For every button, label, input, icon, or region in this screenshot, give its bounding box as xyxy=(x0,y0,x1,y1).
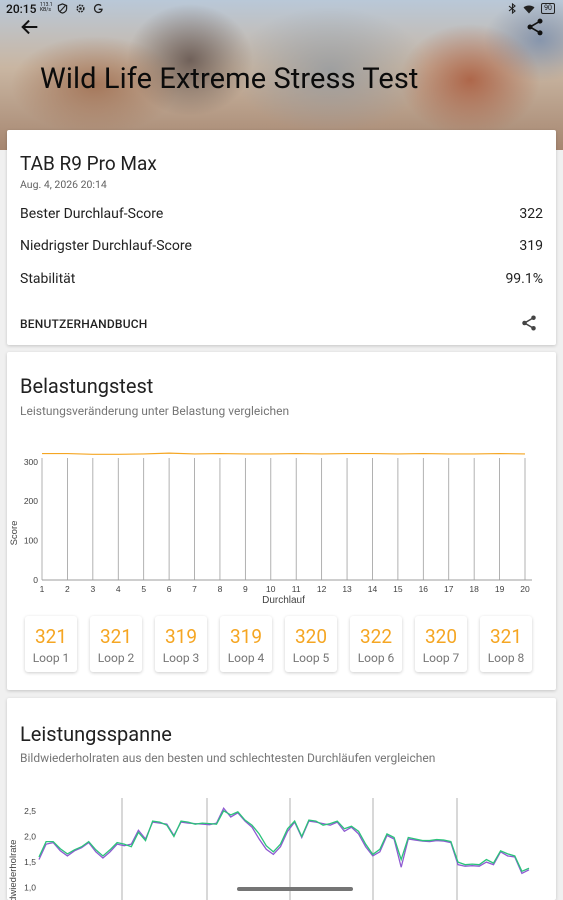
test-date: Aug. 4, 2026 20:14 xyxy=(20,178,107,191)
loop-label: Loop 1 xyxy=(32,651,70,665)
stress-chart: 1 2 3 4 5 6 7 8 9 10 11 12 13 14 15 16 17 18 19 20010020030… xyxy=(9,452,532,606)
summary-row: Stabilität 99.1% xyxy=(20,271,543,287)
x-tick-label: 19 xyxy=(495,584,505,594)
summary-row: Bester Durchlauf-Score 322 xyxy=(20,206,543,222)
x-tick-label: 20 xyxy=(520,584,530,594)
y-tick-label: 1,0 xyxy=(24,883,36,893)
network-speed: 113.1 KB/s xyxy=(40,2,53,13)
x-tick-label: 1 xyxy=(40,584,45,594)
share-result-icon[interactable] xyxy=(520,314,538,332)
status-time: 20:15 xyxy=(6,2,37,16)
x-tick-label: 16 xyxy=(419,584,429,594)
loop-score-box: 319 Loop 4 xyxy=(220,616,272,672)
y-axis-label: Bildwiederholrate xyxy=(8,840,19,900)
header-banner: 20:15 113.1 KB/s 90 Wild Life Extreme St… xyxy=(0,0,563,150)
bluetooth-icon xyxy=(508,3,516,14)
x-tick-label: 18 xyxy=(469,584,479,594)
user-manual-link[interactable]: BENUTZERHANDBUCH xyxy=(20,317,148,331)
x-tick-label: 17 xyxy=(444,584,454,594)
loop-score-value: 322 xyxy=(359,625,393,648)
x-tick-label: 6 xyxy=(167,584,172,594)
x-tick-label: 14 xyxy=(368,584,378,594)
y-tick-label: 2,0 xyxy=(24,831,36,841)
loop-label: Loop 4 xyxy=(227,651,265,665)
loop-label: Loop 7 xyxy=(422,651,460,665)
x-tick-label: 2 xyxy=(65,584,70,594)
loop-score-value: 321 xyxy=(34,625,68,648)
frame-rate-chart: 1,0 1,5 2,0 2,5 Bildwiederholrate xyxy=(8,798,530,900)
loop-label: Loop 6 xyxy=(357,651,395,665)
row-label: Stabilität xyxy=(20,271,76,287)
loop-label: Loop 8 xyxy=(487,651,525,665)
score-series-line xyxy=(42,452,526,455)
loop-score-box: 322 Loop 6 xyxy=(350,616,402,672)
performance-range-card: Leistungsspanne Bildwiederholraten aus d… xyxy=(7,698,556,900)
page-title: Wild Life Extreme Stress Test xyxy=(40,62,419,96)
status-bar: 20:15 113.1 KB/s 90 xyxy=(0,0,563,20)
loop-scores: 321 Loop 1 321 Loop 2 319 Loop 3 319 Loop 4 320 L… xyxy=(25,616,532,672)
row-label: Niedrigster Durchlauf-Score xyxy=(20,238,192,254)
y-tick-label: 300 xyxy=(24,457,38,467)
section-title: Leistungsspanne xyxy=(20,722,172,746)
row-value: 319 xyxy=(519,238,543,254)
y-axis-label: Score xyxy=(9,521,20,546)
loop-score-value: 320 xyxy=(294,625,328,648)
home-indicator[interactable] xyxy=(237,887,353,891)
back-arrow-icon[interactable] xyxy=(19,16,41,38)
loop-label: Loop 2 xyxy=(97,651,135,665)
x-tick-label: 13 xyxy=(342,584,352,594)
section-subtitle: Leistungsveränderung unter Belastung ver… xyxy=(20,404,290,418)
loop-score-box: 321 Loop 1 xyxy=(25,616,77,672)
x-tick-label: 11 xyxy=(292,584,301,594)
google-icon xyxy=(93,3,103,14)
loop-score-value: 321 xyxy=(99,625,133,648)
row-value: 99.1% xyxy=(505,271,543,287)
section-subtitle: Bildwiederholraten aus den besten und sc… xyxy=(20,751,436,765)
x-tick-label: 5 xyxy=(141,584,146,594)
share-icon[interactable] xyxy=(525,17,545,37)
loop-score-value: 320 xyxy=(424,625,458,648)
row-label: Bester Durchlauf-Score xyxy=(20,206,164,222)
x-tick-label: 10 xyxy=(266,584,276,594)
wifi-icon xyxy=(523,4,535,13)
device-name: TAB R9 Pro Max xyxy=(20,152,157,175)
x-tick-label: 9 xyxy=(243,584,248,594)
battery-indicator: 90 xyxy=(541,3,555,14)
y-tick-label: 200 xyxy=(24,496,38,506)
loop-score-box: 321 Loop 2 xyxy=(90,616,142,672)
loop-score-box: 320 Loop 7 xyxy=(415,616,467,672)
y-tick-label: 0 xyxy=(33,575,38,585)
y-tick-label: 1,5 xyxy=(24,857,36,867)
loop-score-value: 319 xyxy=(164,625,198,648)
row-value: 322 xyxy=(519,206,543,222)
frame-rate-series-line xyxy=(38,809,530,873)
y-tick-label: 2,5 xyxy=(24,806,36,816)
loop-score-box: 319 Loop 3 xyxy=(155,616,207,672)
x-tick-label: 15 xyxy=(393,584,403,594)
loop-label: Loop 3 xyxy=(162,651,200,665)
loop-score-box: 320 Loop 5 xyxy=(285,616,337,672)
loop-label: Loop 5 xyxy=(292,651,330,665)
x-tick-label: 12 xyxy=(317,584,327,594)
x-tick-label: 7 xyxy=(192,584,197,594)
x-tick-label: 8 xyxy=(218,584,223,594)
summary-card: TAB R9 Pro Max Aug. 4, 2026 20:14 Bester… xyxy=(7,130,556,345)
section-title: Belastungstest xyxy=(20,374,154,398)
y-tick-label: 100 xyxy=(24,536,38,546)
loop-score-value: 319 xyxy=(229,625,263,648)
summary-row: Niedrigster Durchlauf-Score 319 xyxy=(20,238,543,254)
x-tick-label: 3 xyxy=(90,584,95,594)
loop-score-value: 321 xyxy=(489,625,523,648)
x-axis-label: Durchlauf xyxy=(262,595,305,606)
frame-rate-series-line xyxy=(38,807,530,875)
status-right: 90 xyxy=(508,3,555,14)
shield-icon xyxy=(57,3,68,14)
settings-gear-icon xyxy=(76,4,85,13)
x-tick-label: 4 xyxy=(116,584,121,594)
stress-test-card: Belastungstest Leistungsveränderung unte… xyxy=(7,352,556,690)
loop-score-box: 321 Loop 8 xyxy=(480,616,532,672)
